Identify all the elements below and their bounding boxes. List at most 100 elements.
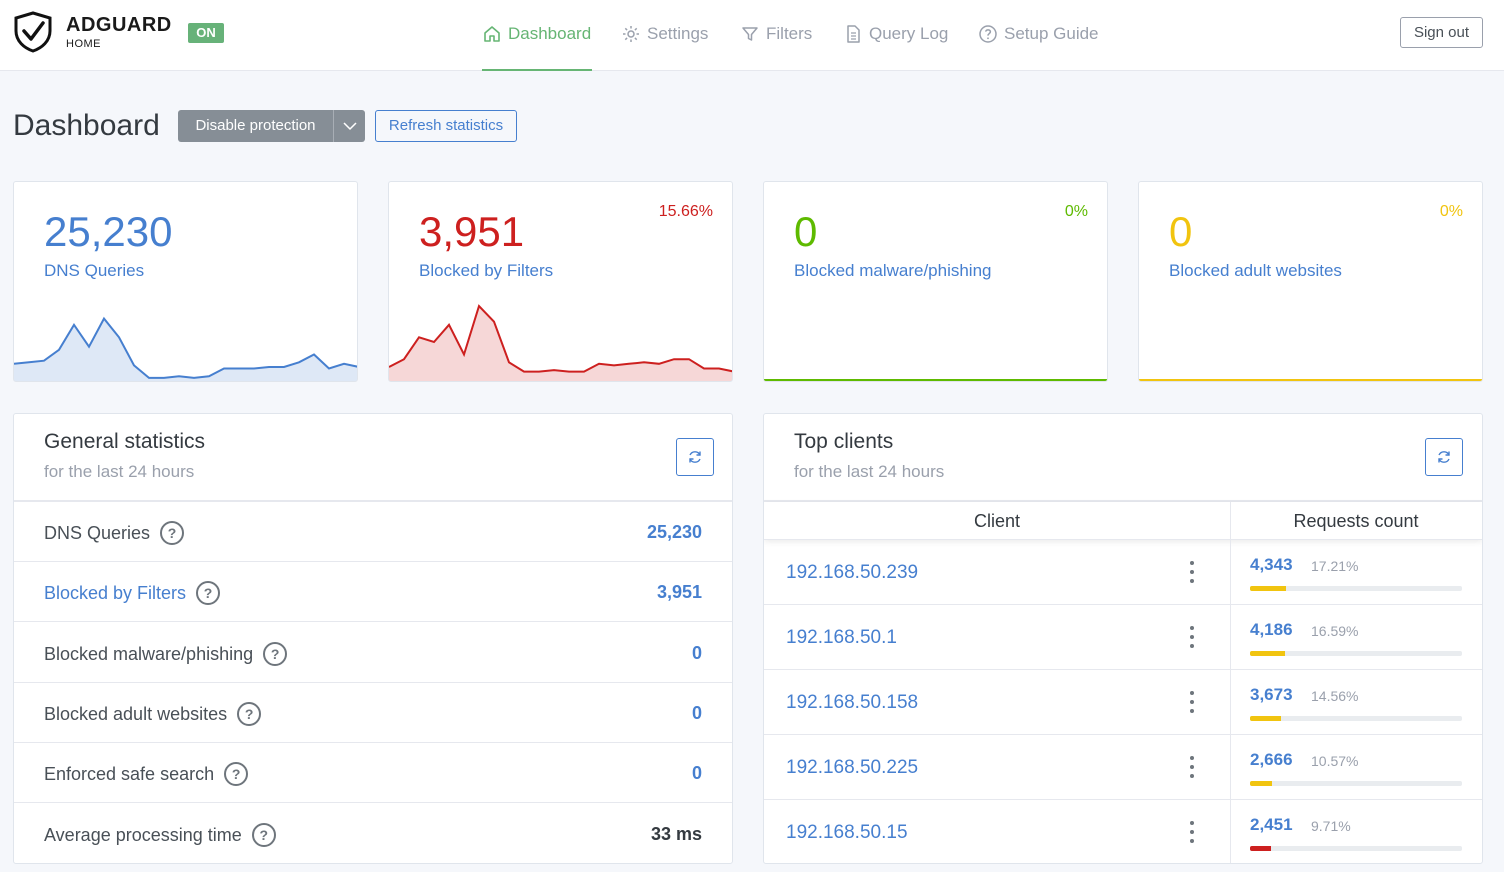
more-actions-icon[interactable]	[1182, 688, 1202, 716]
client-ip-link[interactable]: 192.168.50.1	[786, 627, 897, 649]
stat-row-label-text: Enforced safe search	[44, 763, 215, 784]
active-tab-indicator	[482, 69, 592, 71]
sparkline-area	[389, 306, 732, 381]
request-count: 2,451	[1250, 815, 1293, 834]
nav-query-log-label: Query Log	[869, 24, 949, 43]
document-icon	[847, 25, 860, 43]
client-ip-link[interactable]: 192.168.50.225	[786, 757, 918, 779]
request-percent: 16.59%	[1311, 623, 1359, 639]
request-percent: 17.21%	[1311, 558, 1359, 574]
card-subtitle: for the last 24 hours	[44, 462, 195, 481]
stat-card-dns-queries: 25,230 DNS Queries	[13, 181, 358, 382]
stat-card-blocked-malware: 0 Blocked malware/phishing 0%	[763, 181, 1108, 382]
disable-protection-button[interactable]: Disable protection	[178, 110, 365, 142]
help-icon[interactable]: ?	[251, 823, 276, 847]
stat-row-value[interactable]: 3,951	[657, 582, 702, 603]
stat-row-label-text[interactable]: Blocked by Filters	[44, 583, 186, 604]
stat-value: 3,951	[419, 208, 525, 255]
brand-name: ADGUARD	[66, 14, 172, 36]
more-actions-icon[interactable]	[1182, 558, 1202, 586]
nav-dashboard[interactable]: Dashboard	[482, 22, 591, 46]
help-icon[interactable]: ?	[237, 702, 262, 726]
protection-status-badge: ON	[188, 23, 224, 43]
stat-value: 25,230	[44, 208, 173, 255]
stat-row-label: DNS Queries?	[44, 521, 185, 545]
brand-subtitle: HOME	[66, 38, 101, 50]
blocked-filters-sparkline	[389, 304, 732, 381]
stat-row-label-text: Blocked malware/phishing	[44, 643, 254, 664]
stat-percent: 0%	[1064, 203, 1088, 220]
column-header-requests[interactable]: Requests count	[1230, 511, 1482, 532]
stat-baseline	[764, 379, 1107, 381]
help-icon[interactable]: ?	[224, 762, 249, 786]
card-subtitle: for the last 24 hours	[794, 462, 945, 481]
request-progress-fill	[1250, 716, 1281, 721]
refresh-statistics-button[interactable]: Refresh statistics	[375, 110, 517, 142]
request-count: 2,666	[1250, 750, 1293, 769]
stat-card-blocked-adult: 0 Blocked adult websites 0%	[1138, 181, 1483, 382]
request-progress-bar	[1250, 651, 1462, 656]
nav-query-log[interactable]: Query Log	[843, 22, 948, 46]
request-percent: 14.56%	[1311, 688, 1359, 704]
top-clients-card: Top clients for the last 24 hours Client…	[763, 413, 1483, 864]
stat-row-blocked-filters: Blocked by Filters? 3,951	[14, 562, 732, 622]
stat-row-label-text: Average processing time	[44, 824, 242, 845]
refresh-icon	[689, 451, 701, 463]
stat-row-label-text: DNS Queries	[44, 522, 151, 543]
more-actions-icon[interactable]	[1182, 818, 1202, 846]
stat-percent: 15.66%	[658, 203, 713, 220]
sign-out-button[interactable]: Sign out	[1400, 17, 1483, 48]
help-icon[interactable]: ?	[263, 642, 288, 666]
stat-baseline	[1139, 379, 1482, 381]
stat-label: DNS Queries	[44, 261, 145, 280]
stat-row-value[interactable]: 0	[692, 763, 702, 784]
nav-settings-label: Settings	[647, 24, 709, 43]
help-icon[interactable]: ?	[160, 521, 185, 545]
stat-row-avg-processing-time: Average processing time? 33 ms	[14, 804, 732, 863]
request-progress-fill	[1250, 651, 1286, 656]
chevron-down-icon	[342, 122, 357, 131]
stat-row-blocked-malware: Blocked malware/phishing? 0	[14, 623, 732, 683]
more-actions-icon[interactable]	[1182, 623, 1202, 651]
request-count: 3,673	[1250, 685, 1293, 704]
stat-row-label[interactable]: Blocked by Filters?	[44, 581, 221, 605]
request-progress-bar	[1250, 716, 1462, 721]
nav-settings[interactable]: Settings	[621, 22, 708, 46]
clients-table-header: Client Requests count	[764, 502, 1482, 540]
nav-setup-guide[interactable]: Setup Guide	[978, 22, 1099, 46]
request-progress-bar	[1250, 846, 1462, 851]
table-row: 192.168.50.225 2,666 10.57%	[764, 735, 1482, 800]
clients-refresh-button[interactable]	[1425, 438, 1463, 476]
request-percent: 9.71%	[1311, 818, 1351, 834]
stat-row-label: Blocked malware/phishing?	[44, 642, 288, 666]
table-row: 192.168.50.15 2,451 9.71%	[764, 800, 1482, 863]
table-row: 192.168.50.158 3,673 14.56%	[764, 670, 1482, 735]
card-title: General statistics	[44, 430, 206, 453]
general-refresh-button[interactable]	[676, 438, 714, 476]
stat-value: 0	[794, 208, 818, 255]
stat-row-safe-search: Enforced safe search? 0	[14, 743, 732, 803]
stat-row-value: 33 ms	[650, 824, 702, 844]
refresh-icon	[1438, 451, 1450, 463]
help-circle-icon	[979, 25, 997, 43]
stat-row-value[interactable]: 0	[692, 703, 702, 724]
nav-dashboard-label: Dashboard	[508, 24, 592, 43]
nav-filters-label: Filters	[766, 24, 813, 43]
more-actions-icon[interactable]	[1182, 753, 1202, 781]
stat-label: Blocked malware/phishing	[794, 261, 992, 280]
nav-filters[interactable]: Filters	[740, 22, 812, 46]
client-ip-link[interactable]: 192.168.50.15	[786, 822, 908, 844]
client-ip-link[interactable]: 192.168.50.239	[786, 562, 918, 584]
stat-percent: 0%	[1439, 203, 1463, 220]
adguard-shield-logo-icon[interactable]	[12, 11, 54, 53]
page-title: Dashboard	[13, 109, 160, 142]
help-icon[interactable]: ?	[196, 581, 221, 605]
stat-value: 0	[1169, 208, 1193, 255]
column-header-client[interactable]: Client	[764, 511, 1230, 532]
stat-row-value[interactable]: 0	[692, 643, 702, 664]
stat-row-value[interactable]: 25,230	[647, 522, 702, 543]
gear-icon	[623, 26, 639, 42]
client-ip-link[interactable]: 192.168.50.158	[786, 692, 918, 714]
stat-row-label: Blocked adult websites?	[44, 702, 262, 726]
disable-protection-dropdown-toggle[interactable]	[333, 110, 365, 142]
